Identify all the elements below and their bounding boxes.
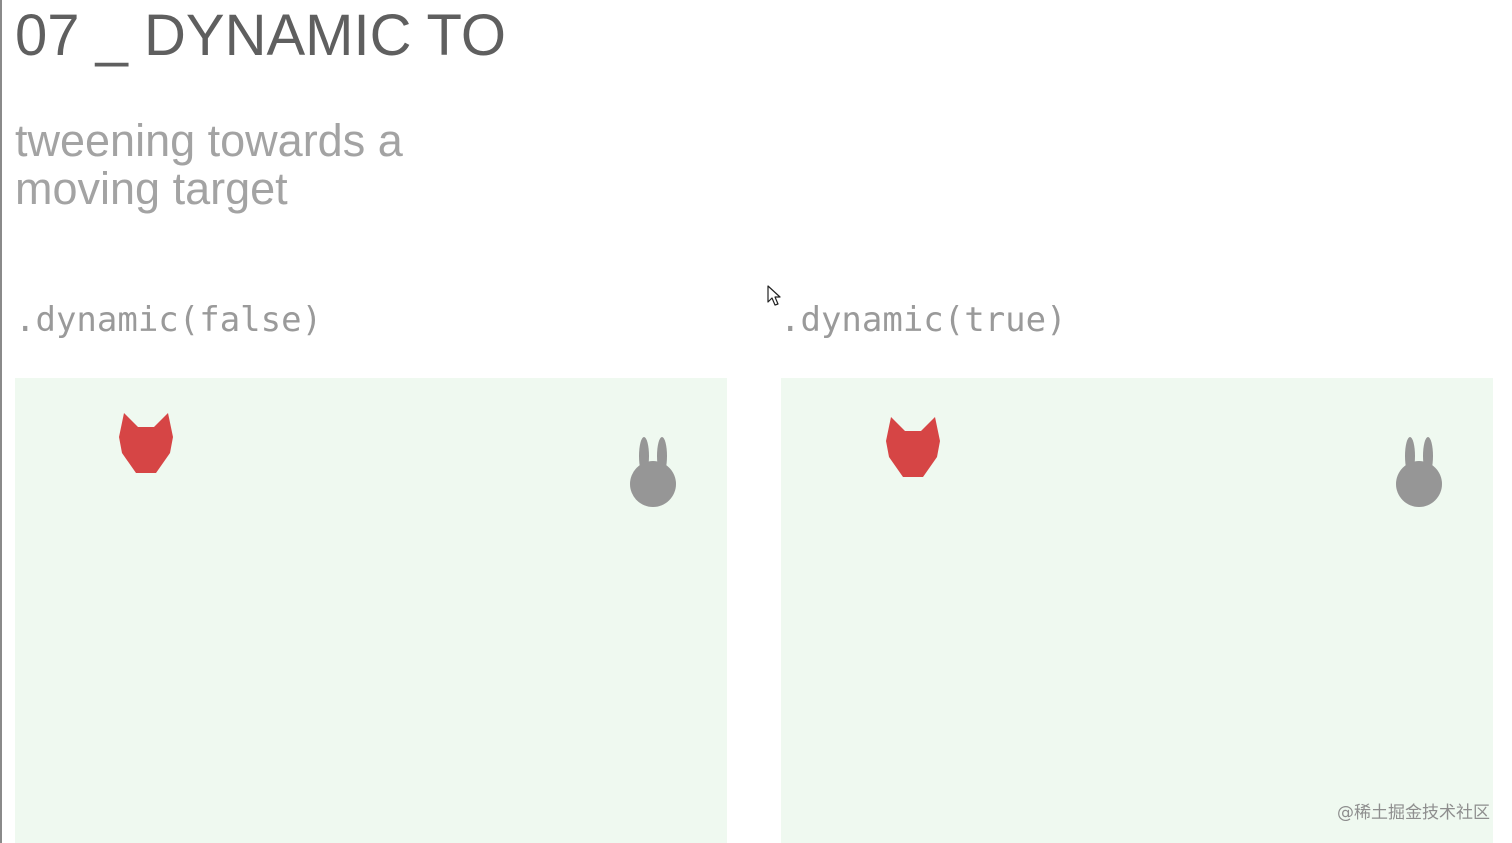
demo-stage-dynamic-false	[15, 378, 727, 843]
rabbit-icon	[1396, 437, 1442, 507]
demo-label-dynamic-true: .dynamic(true)	[780, 300, 1067, 340]
slide-subtitle: tweening towards a moving target	[15, 117, 403, 213]
slide-title: 07 _ DYNAMIC TO	[15, 3, 507, 68]
mouse-pointer-icon	[767, 285, 781, 306]
subtitle-line-1: tweening towards a	[15, 115, 403, 166]
fox-icon	[119, 413, 173, 473]
demo-stage-dynamic-true	[781, 378, 1493, 843]
rabbit-icon	[630, 437, 676, 507]
slide: 07 _ DYNAMIC TO tweening towards a movin…	[0, 0, 1512, 843]
watermark: @稀土掘金技术社区	[1337, 803, 1490, 823]
subtitle-line-2: moving target	[15, 163, 288, 214]
demo-label-dynamic-false: .dynamic(false)	[15, 300, 323, 340]
fox-icon	[886, 417, 940, 477]
